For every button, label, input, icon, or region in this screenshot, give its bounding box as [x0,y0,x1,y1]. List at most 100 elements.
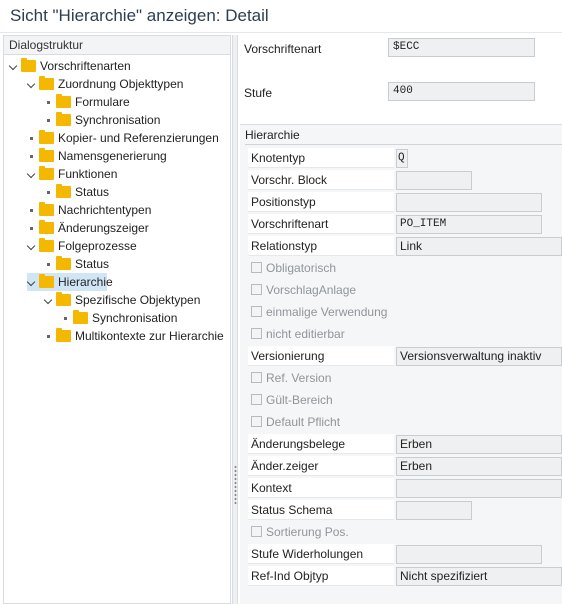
leaf-bullet-icon [44,327,53,345]
aenderungsbelege-row: Änderungsbelege Erben [248,434,562,454]
window-title: Sicht "Hierarchie" anzeigen: Detail [10,6,269,25]
ref-ind-objtyp-field[interactable]: Nicht spezifiziert [396,567,562,586]
knotentyp-label: Knotentyp [248,148,394,168]
vorschr-block-row: Vorschr. Block [248,170,562,190]
expand-arrow-icon[interactable] [27,237,36,255]
vorschriftenart-header-field[interactable]: $ECC [388,38,535,57]
tree-node-label: Vorschriftenarten [40,59,131,73]
leaf-bullet-icon [27,201,36,219]
folder-icon [56,256,71,270]
vorschr-block-label: Vorschr. Block [248,170,394,190]
guelt-bereich-label: Gült-Bereich [266,393,333,407]
knotentyp-field[interactable]: Q [396,149,408,168]
leaf-bullet-icon [61,309,70,327]
tree-node-label: Status [75,257,110,271]
aenderungsbelege-field[interactable]: Erben [396,435,562,454]
tree-node-label: Spezifische Objektypen [75,293,201,307]
expand-arrow-icon[interactable] [27,165,36,183]
leaf-bullet-icon [27,129,36,147]
expand-arrow-icon[interactable] [27,273,36,291]
tree-node-label: Synchronisation [92,311,178,325]
guelt-bereich-row: Gült-Bereich [248,390,562,410]
folder-icon [56,184,71,198]
relationstyp-label: Relationstyp [248,236,394,256]
panel-splitter[interactable] [232,35,238,604]
tree-node-label: Zuordnung Objekttypen [58,77,184,91]
tree-node-label: Status [75,185,110,199]
default-pflicht-checkbox[interactable] [251,416,262,427]
group-title-divider [245,144,562,145]
leaf-bullet-icon [44,93,53,111]
positionstyp-field[interactable] [396,193,542,212]
aender-zeiger-row: Änder.zeiger Erben [248,456,562,476]
folder-icon [39,238,54,252]
stufe-field[interactable]: 400 [388,82,535,101]
hierarchie-group-title: Hierarchie [245,128,300,142]
guelt-bereich-checkbox[interactable] [251,394,262,405]
folder-icon [39,274,54,288]
leaf-bullet-icon [27,219,36,237]
tree-node-label: Kopier- und Referenzierungen [58,131,219,145]
status-schema-row: Status Schema [248,500,562,520]
versionierung-label: Versionierung [248,346,394,366]
ref-version-checkbox[interactable] [251,372,262,383]
folder-icon [56,112,71,126]
kontext-field[interactable] [396,479,562,498]
tree-node-label: Formulare [75,95,130,109]
obligatorisch-row: Obligatorisch [248,258,562,278]
stufe-label: Stufe [244,86,273,100]
status-schema-field[interactable] [396,501,472,520]
dialog-structure-header: Dialogstruktur [4,36,230,55]
ref-version-row: Ref. Version [248,368,562,388]
positionstyp-row: Positionstyp [248,192,562,212]
positionstyp-label: Positionstyp [248,192,394,212]
folder-icon [39,148,54,162]
folder-icon [39,202,54,216]
vorschr-block-field[interactable] [396,171,472,190]
versionierung-field[interactable]: Versionsverwaltung inaktiv [396,347,562,366]
status-schema-label: Status Schema [248,500,394,520]
default-pflicht-row: Default Pflicht [248,412,562,432]
ref-version-label: Ref. Version [266,371,332,385]
folder-icon [39,76,54,90]
obligatorisch-checkbox[interactable] [251,262,262,273]
kontext-row: Kontext [248,478,562,498]
tree-node[interactable]: Hierarchie [27,273,113,291]
expand-arrow-icon[interactable] [9,57,18,75]
vorschlaganlage-checkbox[interactable] [251,284,262,295]
leaf-bullet-icon [44,183,53,201]
einmalige-verwendung-checkbox[interactable] [251,306,262,317]
obligatorisch-label: Obligatorisch [266,261,337,275]
aender-zeiger-field[interactable]: Erben [396,457,562,476]
nicht-editierbar-label: nicht editierbar [266,327,345,341]
stufe-widerholungen-row: Stufe Widerholungen [248,544,562,564]
splitter-grip-icon[interactable] [234,465,237,505]
sortierung-label: Sortierung Pos. [266,525,349,539]
leaf-bullet-icon [27,147,36,165]
tree-node-label: Funktionen [58,167,118,181]
relationstyp-row: Relationstyp Link [248,236,562,256]
vorschlaganlage-row: VorschlagAnlage [248,280,562,300]
knotentyp-row: Knotentyp Q [248,148,562,168]
folder-icon [56,292,71,306]
vorschriftenart-field[interactable]: PO_ITEM [396,215,542,234]
ref-ind-objtyp-row: Ref-Ind Objtyp Nicht spezifiziert [248,566,562,586]
sortierung-checkbox[interactable] [251,526,262,537]
tree-node-label: Hierarchie [58,275,113,289]
ref-ind-objtyp-label: Ref-Ind Objtyp [248,566,394,586]
versionierung-row: Versionierung Versionsverwaltung inaktiv [248,346,562,366]
stufe-widerholungen-field[interactable] [396,545,542,564]
folder-icon [73,310,88,324]
nicht-editierbar-checkbox[interactable] [251,328,262,339]
leaf-bullet-icon [44,111,53,129]
relationstyp-field[interactable]: Link [396,237,562,256]
tree-node-label: Nachrichtentypen [58,203,152,217]
nicht-editierbar-row: nicht editierbar [248,324,562,344]
vorschlaganlage-label: VorschlagAnlage [266,283,357,297]
vorschriftenart-header-label: Vorschriftenart [244,42,322,56]
folder-icon [39,166,54,180]
folder-icon [39,130,54,144]
expand-arrow-icon[interactable] [27,75,36,93]
expand-arrow-icon[interactable] [44,291,53,309]
title-bar: Sicht "Hierarchie" anzeigen: Detail [0,0,562,33]
